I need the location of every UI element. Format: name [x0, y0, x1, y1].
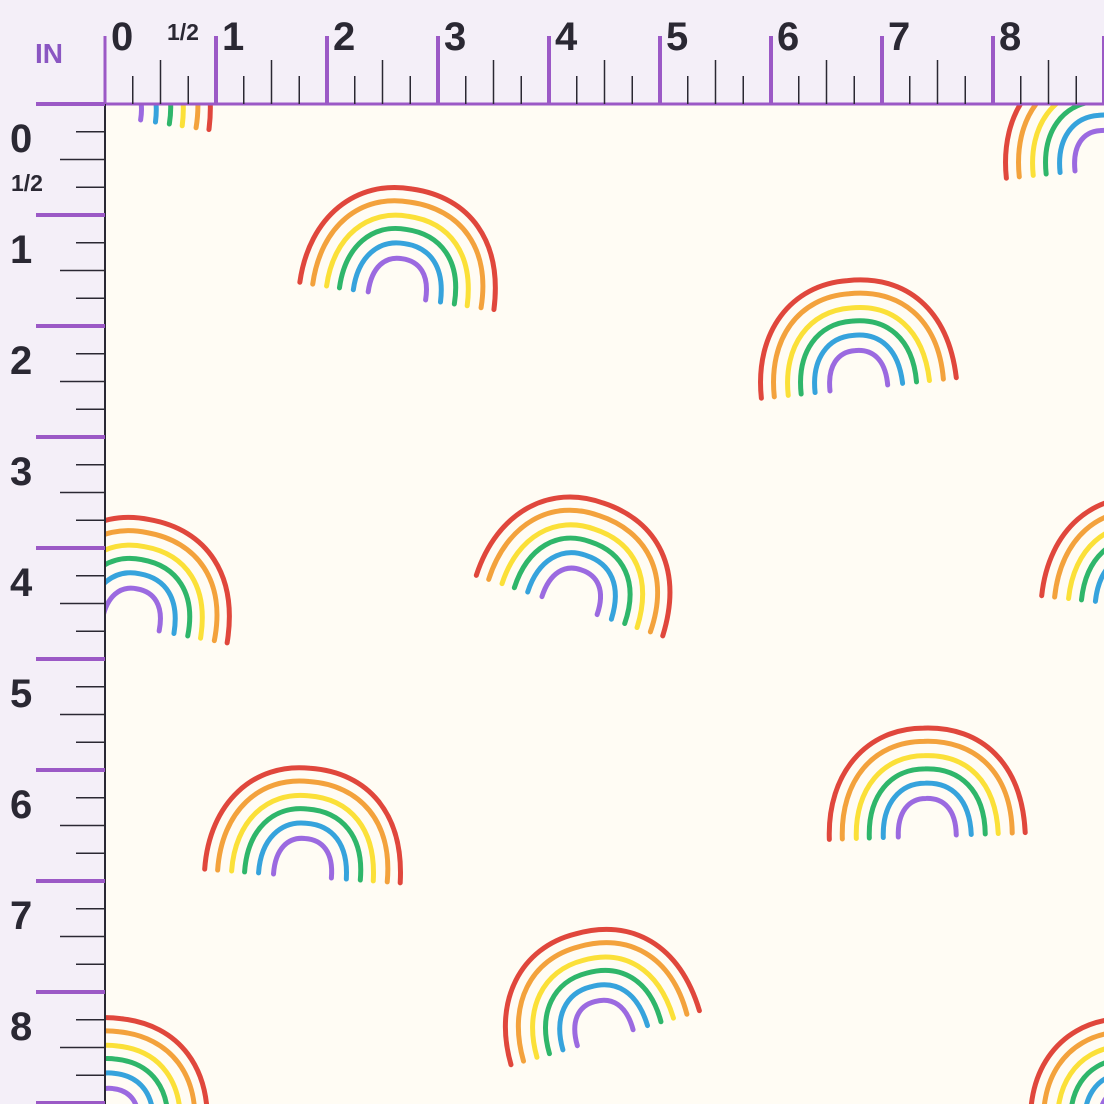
ruler-top-label: 4	[555, 15, 578, 59]
ruler-left-label: 2	[10, 339, 32, 383]
ruler-left-label: 0	[10, 117, 32, 161]
ruler-left-label: 6	[10, 783, 32, 827]
fabric-background	[105, 104, 1104, 1104]
ruler-left-label: 4	[10, 561, 33, 605]
ruler-top-label: 3	[444, 15, 466, 59]
ruler-top-half-label: 1/2	[167, 19, 199, 45]
ruler-top-label: 5	[666, 15, 688, 59]
ruler-top-label: 2	[333, 15, 355, 59]
ruler-top-label: 0	[111, 15, 133, 59]
ruler-top-label: 1	[222, 15, 244, 59]
ruler-unit-label: IN	[35, 38, 63, 69]
ruler-top-label: 6	[777, 15, 799, 59]
fabric-pattern-area	[105, 104, 1104, 1104]
ruler-left-label: 1	[10, 228, 32, 272]
ruler-left-label: 7	[10, 894, 32, 938]
ruler-left-half-label: 1/2	[11, 170, 43, 196]
ruler-left-label: 8	[10, 1005, 32, 1049]
ruler-top-label: 7	[888, 15, 910, 59]
fabric-swatch-view: IN 1/2 0 1 2 3 4 5 6 7 8 1/2 0 1 2 3 4 5 6 7 8	[0, 0, 1104, 1104]
ruler-left-label: 3	[10, 450, 32, 494]
ruler-left-label: 5	[10, 672, 32, 716]
ruler-top-label: 8	[999, 15, 1021, 59]
